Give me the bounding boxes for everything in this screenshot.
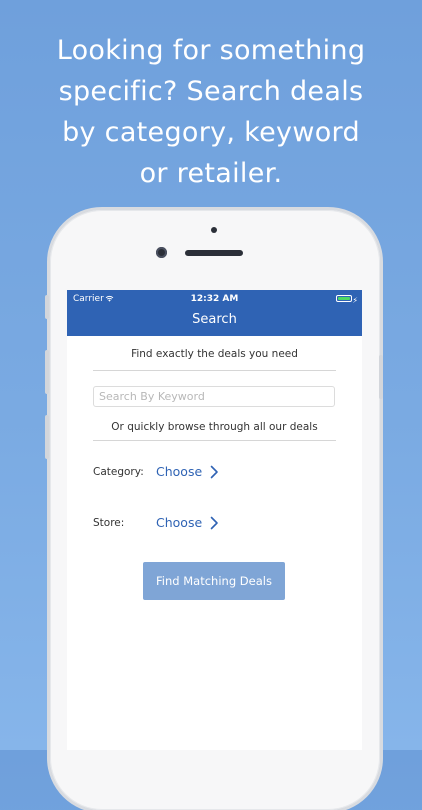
intro-text: Find exactly the deals you need <box>131 348 298 360</box>
app-screen: Carrier 12:32 AM ⚡ Search Find exactly t… <box>67 290 362 750</box>
chevron-right-icon <box>210 465 218 478</box>
earpiece-speaker <box>185 250 243 256</box>
proximity-sensor <box>211 227 217 233</box>
category-value: Choose <box>156 464 203 479</box>
store-chooser[interactable]: Choose <box>156 515 219 530</box>
front-camera-icon <box>156 247 167 258</box>
headline-line-3: by category, keyword <box>62 117 360 148</box>
status-bar: Carrier 12:32 AM ⚡ <box>67 290 362 308</box>
category-chooser[interactable]: Choose <box>156 464 219 479</box>
bolt-icon: ⚡ <box>352 296 358 305</box>
battery-icon <box>336 295 352 302</box>
phone-mute-switch <box>45 295 49 319</box>
divider-top <box>93 370 336 371</box>
nav-bar: Search <box>67 308 362 336</box>
headline-line-2: specific? Search deals <box>58 76 364 107</box>
phone-volume-down <box>45 415 49 459</box>
find-matching-deals-button[interactable]: Find Matching Deals <box>143 562 285 600</box>
page-title: Search <box>192 312 237 327</box>
marketing-headline: Looking for something specific? Search d… <box>0 30 422 194</box>
search-input[interactable] <box>93 386 335 407</box>
headline-line-4: or retailer. <box>139 158 283 189</box>
store-label: Store: <box>93 517 125 529</box>
phone-power-button <box>379 355 383 399</box>
search-form: Find exactly the deals you need Or quick… <box>67 336 362 750</box>
battery-fill <box>338 297 350 300</box>
chevron-right-icon <box>210 516 218 529</box>
browse-text: Or quickly browse through all our deals <box>111 421 318 433</box>
store-value: Choose <box>156 515 203 530</box>
status-time: 12:32 AM <box>190 294 239 304</box>
divider-bottom <box>93 440 336 441</box>
category-label: Category: <box>93 466 144 478</box>
headline-line-1: Looking for something <box>56 35 366 66</box>
phone-volume-up <box>45 350 49 394</box>
